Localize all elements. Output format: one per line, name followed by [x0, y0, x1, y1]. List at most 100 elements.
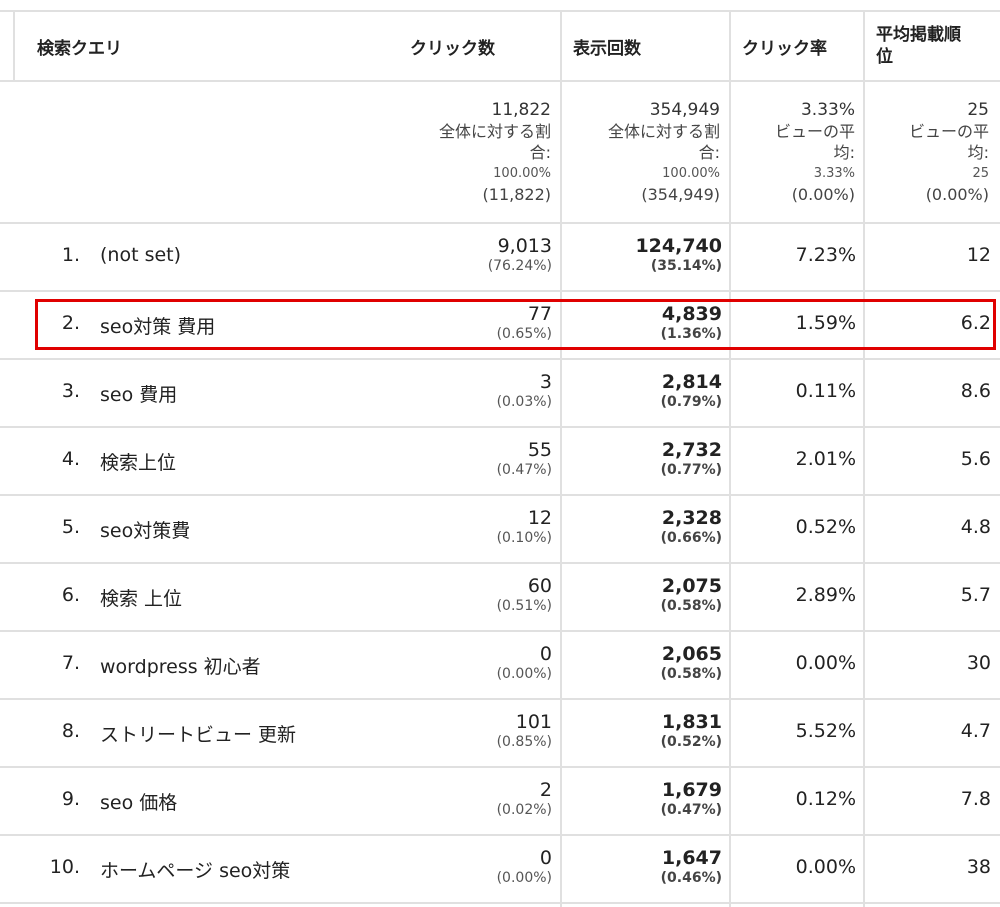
- row-clicks-value: 101: [515, 711, 552, 733]
- totals-ctr-absolute: (0.00%): [791, 185, 855, 204]
- totals-impressions-label-end: 合:: [698, 143, 720, 162]
- row-impressions: 2,065 (0.58%): [570, 643, 722, 683]
- row-clicks: 3 (0.03%): [400, 371, 552, 411]
- row-clicks-percent: (0.00%): [496, 870, 552, 886]
- column-header-query[interactable]: 検索クエリ: [37, 34, 237, 59]
- row-clicks: 2 (0.02%): [400, 779, 552, 819]
- row-clicks-value: 2: [539, 779, 552, 801]
- row-impressions-value: 2,065: [661, 643, 722, 665]
- column-header-position[interactable]: 平均掲載順 位: [876, 24, 996, 68]
- table-row[interactable]: 9. seo 価格 2 (0.02%) 1,679 (0.47%) 0.12% 7.8: [0, 766, 1000, 834]
- row-clicks-value: 9,013: [497, 235, 552, 257]
- row-clicks-percent: (0.03%): [496, 394, 552, 410]
- row-position: 5.7: [960, 584, 991, 606]
- row-query-link[interactable]: seo対策費: [100, 516, 190, 543]
- totals-position-value: 25: [967, 100, 989, 120]
- totals-impressions-absolute: (354,949): [641, 185, 720, 204]
- row-query-link[interactable]: ストリートビュー 更新: [100, 720, 296, 747]
- row-position: 30: [966, 652, 991, 674]
- totals-ctr-label: ビューの平: [774, 122, 855, 141]
- row-ctr: 0.00%: [795, 856, 856, 878]
- row-query-link[interactable]: 検索上位: [100, 448, 176, 475]
- row-impressions-percent: (0.66%): [660, 530, 722, 546]
- row-rank: 8.: [61, 720, 80, 742]
- row-clicks-value: 3: [539, 371, 552, 393]
- totals-clicks-label-end: 合:: [529, 143, 551, 162]
- column-header-impressions[interactable]: 表示回数: [573, 34, 713, 59]
- table-row[interactable]: 7. wordpress 初心者 0 (0.00%) 2,065 (0.58%) 0.00%…: [0, 630, 1000, 698]
- table-row[interactable]: 10. ホームページ seo対策 0 (0.00%) 1,647 (0.46%) 0.00%…: [0, 834, 1000, 902]
- row-impressions-value: 2,328: [661, 507, 722, 529]
- table-row[interactable]: 5. seo対策費 12 (0.10%) 2,328 (0.66%) 0.52% 4.8: [0, 494, 1000, 562]
- row-clicks-percent: (0.02%): [496, 802, 552, 818]
- totals-position-percent: 25: [972, 166, 989, 181]
- row-clicks-percent: (0.51%): [496, 598, 552, 614]
- row-impressions-value: 1,679: [661, 779, 722, 801]
- row-query-link[interactable]: wordpress 初心者: [100, 652, 261, 679]
- column-header-position-line1: 平均掲載順: [876, 25, 961, 45]
- totals-ctr-percent: 3.33%: [813, 166, 855, 181]
- row-query-link[interactable]: 検索 上位: [100, 584, 182, 611]
- row-clicks: 0 (0.00%): [400, 847, 552, 887]
- row-clicks: 101 (0.85%): [400, 711, 552, 751]
- table-row[interactable]: 4. 検索上位 55 (0.47%) 2,732 (0.77%) 2.01% 5.6: [0, 426, 1000, 494]
- totals-impressions-value: 354,949: [649, 100, 720, 120]
- row-impressions: 2,732 (0.77%): [570, 439, 722, 479]
- table-row[interactable]: 6. 検索 上位 60 (0.51%) 2,075 (0.58%) 2.89% 5.7: [0, 562, 1000, 630]
- row-rank: 1.: [61, 244, 80, 266]
- totals-clicks-label: 全体に対する割: [438, 122, 551, 141]
- row-clicks-percent: (0.10%): [496, 530, 552, 546]
- table-row[interactable]: 1. (not set) 9,013 (76.24%) 124,740 (35.14%) 7…: [0, 222, 1000, 290]
- row-position: 12: [966, 244, 991, 266]
- row-impressions-value: 2,075: [661, 575, 722, 597]
- highlight-box: [35, 299, 996, 350]
- row-impressions-value: 2,814: [661, 371, 722, 393]
- totals-ctr-label-end: 均:: [833, 143, 855, 162]
- row-ctr: 5.52%: [795, 720, 856, 742]
- row-query-link[interactable]: (not set): [100, 244, 181, 266]
- row-impressions: 1,831 (0.52%): [570, 711, 722, 751]
- row-query-link[interactable]: seo 価格: [100, 788, 177, 815]
- row-clicks: 0 (0.00%): [400, 643, 552, 683]
- totals-position-label: ビューの平: [908, 122, 989, 141]
- row-clicks-value: 55: [527, 439, 552, 461]
- row-clicks: 55 (0.47%): [400, 439, 552, 479]
- row-rank: 4.: [61, 448, 80, 470]
- totals-clicks: 11,822 全体に対する割 合: 100.00% (11,822): [380, 100, 551, 205]
- row-query-link[interactable]: seo 費用: [100, 380, 177, 407]
- table-top-border: [0, 10, 1000, 12]
- row-ctr: 0.52%: [795, 516, 856, 538]
- row-impressions: 2,075 (0.58%): [570, 575, 722, 615]
- header-left-divider: [13, 10, 15, 82]
- totals-position-absolute: (0.00%): [925, 185, 989, 204]
- row-impressions-percent: (0.46%): [660, 870, 722, 886]
- row-ctr: 0.11%: [795, 380, 856, 402]
- row-rank: 3.: [61, 380, 80, 402]
- row-clicks: 12 (0.10%): [400, 507, 552, 547]
- row-impressions-percent: (0.58%): [660, 666, 722, 682]
- table-row[interactable]: 3. seo 費用 3 (0.03%) 2,814 (0.79%) 0.11% 8.6: [0, 358, 1000, 426]
- row-position: 4.8: [960, 516, 991, 538]
- row-rank: 9.: [61, 788, 80, 810]
- row-ctr: 2.89%: [795, 584, 856, 606]
- row-clicks-value: 0: [539, 847, 552, 869]
- row-clicks-percent: (76.24%): [487, 258, 552, 274]
- row-rank: 5.: [61, 516, 80, 538]
- table-row[interactable]: 8. ストリートビュー 更新 101 (0.85%) 1,831 (0.52%) 5.52%…: [0, 698, 1000, 766]
- column-header-ctr[interactable]: クリック率: [742, 34, 857, 59]
- row-position: 38: [966, 856, 991, 878]
- row-position: 5.6: [960, 448, 991, 470]
- row-rank: 10.: [49, 856, 80, 878]
- totals-ctr: 3.33% ビューの平 均: 3.33% (0.00%): [740, 100, 855, 205]
- row-impressions-percent: (0.58%): [660, 598, 722, 614]
- row-clicks: 60 (0.51%): [400, 575, 552, 615]
- row-clicks-value: 60: [527, 575, 552, 597]
- row-query-link[interactable]: ホームページ seo対策: [100, 856, 290, 883]
- row-clicks-percent: (0.00%): [496, 666, 552, 682]
- row-clicks-percent: (0.47%): [496, 462, 552, 478]
- column-header-clicks[interactable]: クリック数: [380, 34, 495, 59]
- row-ctr: 2.01%: [795, 448, 856, 470]
- row-impressions: 1,679 (0.47%): [570, 779, 722, 819]
- row-rank: 6.: [61, 584, 80, 606]
- row-impressions-value: 1,647: [661, 847, 722, 869]
